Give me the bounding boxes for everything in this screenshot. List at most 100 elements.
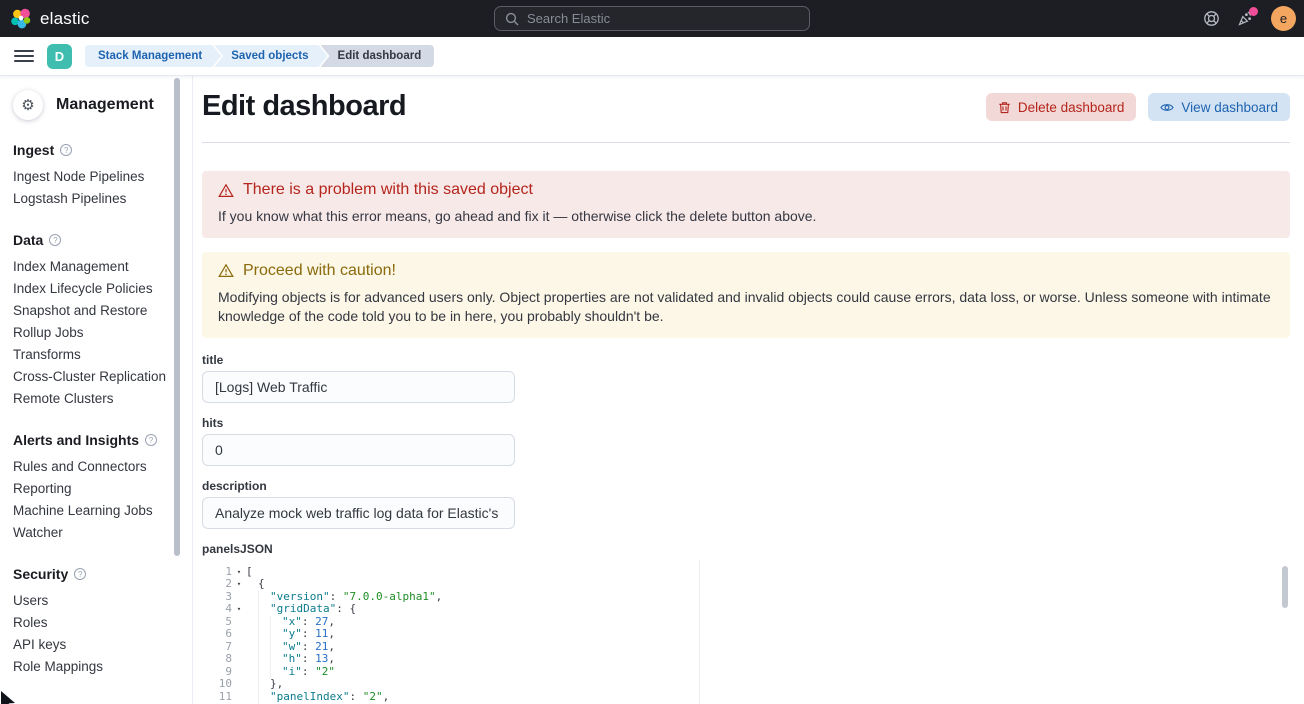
code-token: "7.0.0-alpha1": [343, 591, 436, 604]
sidebar-item-rules-and-connectors[interactable]: Rules and Connectors: [13, 456, 178, 478]
newsfeed-icon[interactable]: [1237, 10, 1254, 27]
fold-spacer: [232, 616, 246, 629]
app-window: elastic Search Elastic: [0, 0, 1304, 704]
menu-icon[interactable]: [14, 50, 34, 62]
indent-guide: [270, 628, 282, 641]
code-text: {: [246, 578, 265, 591]
error-callout-body: If you know what this error means, go ah…: [218, 207, 1274, 227]
code-lines: 1▾[2▾{3"version": "7.0.0-alpha1",4▾"grid…: [202, 566, 1290, 704]
space-badge[interactable]: D: [47, 44, 72, 69]
header-actions: e: [1203, 6, 1296, 31]
editor-scrollbar[interactable]: [1282, 566, 1288, 608]
title-input[interactable]: [202, 371, 515, 403]
fold-spacer: [232, 678, 246, 691]
sidebar-section: Alerts and Insights? Rules and Connectors…: [13, 432, 178, 544]
sidebar-item-watcher[interactable]: Watcher: [13, 522, 178, 544]
field-panels-json: panelsJSON 1▾[2▾{3"version": "7.0.0-alph…: [202, 542, 1290, 704]
error-callout-title-row: There is a problem with this saved objec…: [218, 180, 1274, 200]
sidebar-item-transforms[interactable]: Transforms: [13, 344, 178, 366]
fold-toggle-icon[interactable]: ▾: [232, 566, 246, 579]
fold-spacer: [232, 591, 246, 604]
sidebar-section-title: Ingest?: [13, 142, 178, 158]
indent-guide: [246, 578, 258, 591]
error-callout-title: There is a problem with this saved objec…: [243, 180, 533, 200]
view-button-label: View dashboard: [1181, 100, 1278, 115]
warning-triangle-icon: [218, 263, 234, 278]
code-token: },: [270, 678, 283, 691]
indent-guide: [258, 641, 270, 654]
sidebar-item-api-keys[interactable]: API keys: [13, 634, 178, 656]
section-title-text: Security: [13, 566, 68, 582]
sidebar-item-index-management[interactable]: Index Management: [13, 256, 178, 278]
section-info-icon: ?: [49, 234, 61, 246]
code-token: ,: [328, 628, 335, 641]
code-token: "y": [282, 628, 302, 641]
sidebar-item-roles[interactable]: Roles: [13, 612, 178, 634]
breadcrumb-stack-management[interactable]: Stack Management: [85, 45, 221, 67]
brand-wordmark: elastic: [40, 9, 90, 29]
indent-guide: [246, 678, 258, 691]
page-header: Edit dashboard Delete dashb: [202, 88, 1290, 124]
sidebar-header: ⚙ Management: [13, 90, 178, 120]
sidebar-item-ingest-node-pipelines[interactable]: Ingest Node Pipelines: [13, 166, 178, 188]
code-token: [: [246, 566, 253, 579]
notification-dot: [1249, 7, 1258, 16]
indent-guide: [258, 591, 270, 604]
panels-json-editor[interactable]: 1▾[2▾{3"version": "7.0.0-alpha1",4▾"grid…: [202, 560, 1290, 704]
fold-spacer: [232, 628, 246, 641]
sidebar-section-title: Data?: [13, 232, 178, 248]
sidebar-sections: Ingest? Ingest Node PipelinesLogstash Pip…: [13, 142, 178, 678]
sidebar-item-cross-cluster-replication[interactable]: Cross-Cluster Replication: [13, 366, 178, 388]
help-icon[interactable]: [1203, 10, 1220, 27]
breadcrumb-saved-objects[interactable]: Saved objects: [214, 45, 327, 67]
code-line: 4▾"gridData": {: [202, 603, 1290, 616]
indent-guide: [246, 666, 258, 679]
view-dashboard-button[interactable]: View dashboard: [1148, 93, 1290, 121]
sidebar-item-machine-learning-jobs[interactable]: Machine Learning Jobs: [13, 500, 178, 522]
eye-icon: [1160, 101, 1174, 114]
indent-guide: [270, 616, 282, 629]
code-line: 9"i": "2": [202, 666, 1290, 679]
field-label-title: title: [202, 353, 1290, 367]
section-title-text: Ingest: [13, 142, 54, 158]
top-header: elastic Search Elastic: [0, 0, 1304, 37]
section-info-icon: ?: [145, 434, 157, 446]
indent-guide: [270, 641, 282, 654]
fold-toggle-icon[interactable]: ▾: [232, 603, 246, 616]
hits-input[interactable]: [202, 434, 515, 466]
sidebar-item-role-mappings[interactable]: Role Mappings: [13, 656, 178, 678]
field-description: description: [202, 479, 1290, 529]
code-text: },: [246, 678, 283, 691]
sidebar-item-index-lifecycle-policies[interactable]: Index Lifecycle Policies: [13, 278, 178, 300]
indent-guide: [246, 628, 258, 641]
indent-guide: [258, 678, 270, 691]
section-title-text: Alerts and Insights: [13, 432, 139, 448]
delete-dashboard-button[interactable]: Delete dashboard: [986, 93, 1137, 121]
page-body: ⚙ Management Ingest? Ingest Node Pipeline…: [0, 75, 1304, 704]
code-line: 10},: [202, 678, 1290, 691]
description-input[interactable]: [202, 497, 515, 529]
sidebar-section: Ingest? Ingest Node PipelinesLogstash Pip…: [13, 142, 178, 210]
sidebar-item-logstash-pipelines[interactable]: Logstash Pipelines: [13, 188, 178, 210]
global-search-input[interactable]: Search Elastic: [494, 6, 810, 31]
sidebar-item-rollup-jobs[interactable]: Rollup Jobs: [13, 322, 178, 344]
field-label-hits: hits: [202, 416, 1290, 430]
elastic-home-link[interactable]: elastic: [10, 8, 90, 30]
user-avatar[interactable]: e: [1271, 6, 1296, 31]
line-number: 6: [202, 628, 232, 641]
indent-guide: [246, 603, 258, 616]
fold-toggle-icon[interactable]: ▾: [232, 578, 246, 591]
warning-triangle-icon: [218, 183, 234, 198]
code-line: 1▾[: [202, 566, 1290, 579]
sidebar-item-snapshot-and-restore[interactable]: Snapshot and Restore: [13, 300, 178, 322]
code-token: 11: [315, 628, 328, 641]
indent-guide: [246, 616, 258, 629]
code-token: : {: [336, 603, 356, 616]
sidebar-item-remote-clusters[interactable]: Remote Clusters: [13, 388, 178, 410]
search-icon: [505, 12, 519, 26]
code-line: 2▾{: [202, 578, 1290, 591]
sidebar-scrollbar[interactable]: [174, 78, 180, 556]
indent-guide: [258, 691, 270, 704]
sidebar-item-users[interactable]: Users: [13, 590, 178, 612]
sidebar-item-reporting[interactable]: Reporting: [13, 478, 178, 500]
